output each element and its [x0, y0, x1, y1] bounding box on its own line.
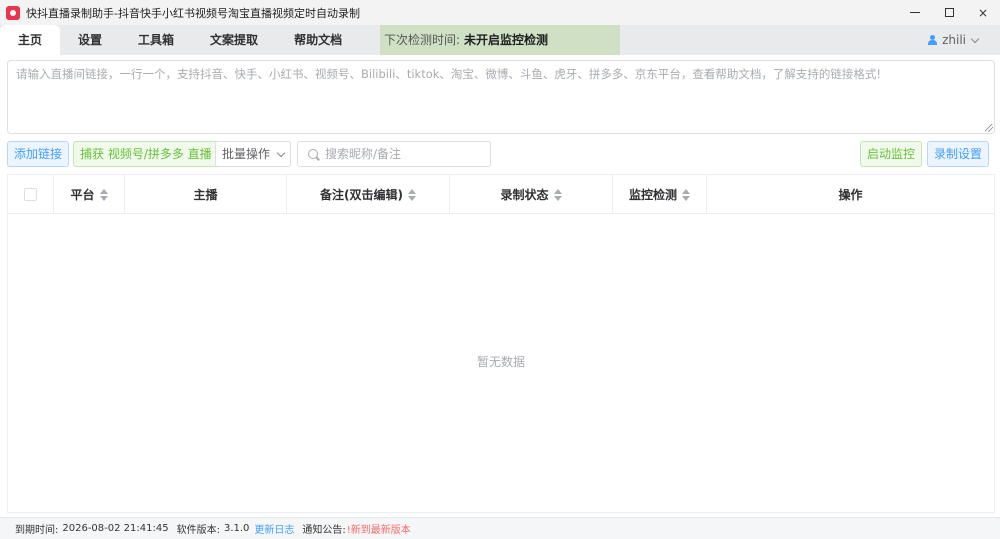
title-bar: 快抖直播录制助手-抖音快手小红书视频号淘宝直播视频定时自动录制 × [0, 0, 1000, 25]
chevron-down-icon [276, 148, 286, 157]
notice-label: 通知公告: [302, 525, 346, 536]
batch-operation-dropdown[interactable]: 批量操作 [215, 141, 292, 167]
column-header-record-status[interactable]: 录制状态 [450, 175, 613, 214]
close-icon: × [977, 5, 989, 20]
column-header-platform[interactable]: 平台 [54, 175, 125, 214]
chevron-down-icon [970, 34, 980, 43]
column-label: 操作 [838, 188, 863, 202]
next-check-banner: 下次检测时间: 未开启监控检测 [380, 25, 620, 55]
table-header: 平台 主播 备注(双击编辑) 录制状态 监控检测 操作 [8, 175, 994, 214]
maximize-button[interactable] [932, 0, 966, 25]
window-controls: × [898, 0, 1000, 25]
add-link-button[interactable]: 添加链接 [7, 141, 70, 167]
empty-state-text: 暂无数据 [476, 355, 525, 369]
tab-copy-extract[interactable]: 文案提取 [192, 25, 276, 55]
search-input[interactable] [325, 147, 485, 161]
tab-toolbox[interactable]: 工具箱 [120, 25, 192, 55]
record-settings-button[interactable]: 录制设置 [927, 141, 990, 167]
maximize-icon [944, 8, 954, 17]
column-label: 主播 [193, 188, 218, 202]
search-icon [308, 149, 318, 159]
sort-icon[interactable] [407, 188, 416, 201]
column-label: 平台 [70, 188, 95, 202]
select-all-checkbox[interactable] [24, 188, 37, 201]
version-value: 3.1.0 [223, 523, 250, 534]
resize-grip-icon[interactable] [985, 124, 993, 132]
capture-live-button[interactable]: 捕获 视频号/拼多多 直播 [73, 141, 219, 167]
main-content: 添加链接 捕获 视频号/拼多多 直播 批量操作 启动监控 录制设置 平台 主播 … [0, 55, 1000, 517]
expire-value: 2026-08-02 21:41:45 [62, 523, 169, 534]
sort-icon[interactable] [682, 188, 690, 201]
version-label: 软件版本: [176, 525, 220, 536]
start-monitor-button[interactable]: 启动监控 [860, 141, 923, 167]
changelog-link[interactable]: 更新日志 [254, 521, 294, 536]
column-header-actions: 操作 [707, 175, 994, 214]
tab-bar: 主页 设置 工具箱 文案提取 帮助文档 下次检测时间: 未开启监控检测 zhili [0, 25, 1000, 55]
next-check-value: 未开启监控检测 [464, 33, 549, 47]
app-logo-icon [6, 5, 20, 20]
minimize-icon [910, 12, 920, 13]
tab-home[interactable]: 主页 [0, 25, 61, 55]
column-label: 录制状态 [500, 188, 549, 202]
expire-label: 到期时间: [15, 525, 59, 536]
live-link-input[interactable] [7, 60, 995, 134]
close-button[interactable]: × [966, 0, 1000, 25]
window-title: 快抖直播录制助手-抖音快手小红书视频号淘宝直播视频定时自动录制 [26, 6, 360, 20]
next-check-label: 下次检测时间: [384, 33, 461, 47]
column-header-note[interactable]: 备注(双击编辑) [287, 175, 450, 214]
column-header-monitor-check[interactable]: 监控检测 [613, 175, 707, 214]
notice-value[interactable]: !新到最新版本 [347, 521, 411, 536]
column-header-streamer: 主播 [125, 175, 287, 214]
batch-operation-label: 批量操作 [222, 147, 271, 161]
column-label: 备注(双击编辑) [320, 188, 403, 202]
user-menu[interactable]: zhili [928, 25, 980, 55]
tab-help-docs[interactable]: 帮助文档 [276, 25, 360, 55]
column-label: 监控检测 [628, 188, 677, 202]
tab-settings[interactable]: 设置 [60, 25, 120, 55]
status-bar: 到期时间: 2026-08-02 21:41:45 软件版本: 3.1.0 更新… [0, 517, 1000, 539]
sort-icon[interactable] [553, 188, 562, 201]
search-box[interactable] [297, 141, 491, 167]
sort-icon[interactable] [99, 188, 108, 201]
minimize-button[interactable] [898, 0, 932, 25]
user-icon [928, 35, 938, 45]
select-all-cell [8, 175, 54, 214]
streams-table: 平台 主播 备注(双击编辑) 录制状态 监控检测 操作 暂无数据 [7, 174, 995, 513]
user-name: zhili [942, 33, 966, 47]
